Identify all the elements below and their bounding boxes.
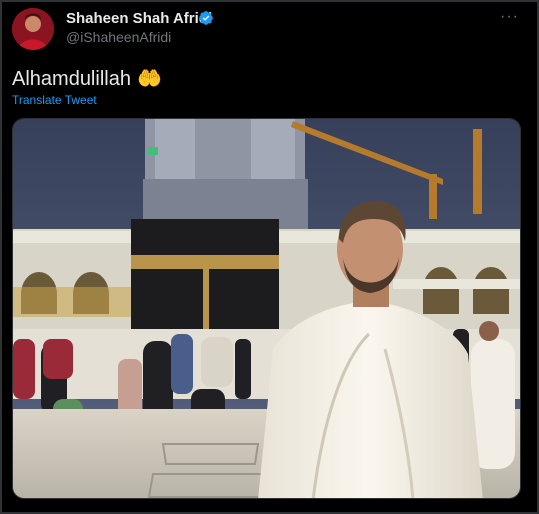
tweet-text: Alhamdulillah 🤲 — [12, 66, 162, 91]
author-handle[interactable]: @iShaheenAfridi — [66, 29, 171, 45]
verified-badge-icon — [199, 11, 213, 25]
avatar[interactable] — [12, 8, 54, 50]
author-name[interactable]: Shaheen Shah Afridi — [66, 10, 212, 27]
raised-hands-emoji-icon: 🤲 — [136, 68, 162, 90]
translate-tweet-link[interactable]: Translate Tweet — [12, 93, 97, 107]
tweet-photo[interactable] — [12, 118, 521, 499]
tweet-body: Alhamdulillah — [12, 68, 131, 90]
more-options-icon[interactable]: ··· — [500, 8, 519, 26]
